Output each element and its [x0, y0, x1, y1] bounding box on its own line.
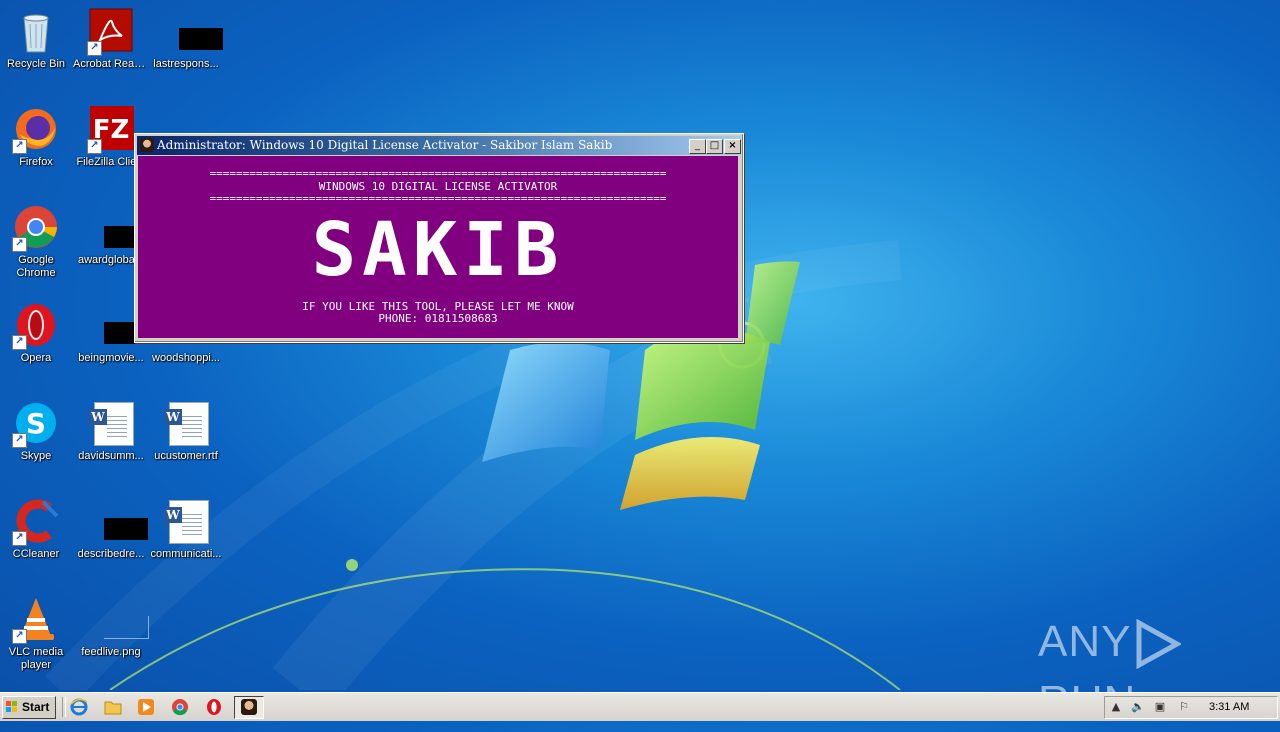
system-tray: ▲ 🔈 ▣ ⚐ 3:31 AM: [1104, 696, 1278, 719]
desktop-icon-recycle-bin[interactable]: Recycle Bin: [0, 8, 74, 71]
media-player-icon[interactable]: [137, 698, 155, 716]
file-thumbnail-icon: [88, 204, 148, 250]
shortcut-arrow-icon: ↗: [12, 237, 27, 252]
desktop-icon-label: beingmovie...: [78, 352, 144, 364]
file-thumbnail-icon: [88, 302, 148, 348]
console-user-icon: [241, 699, 257, 715]
chrome-icon: ↗: [12, 204, 59, 252]
desktop-icon-firefox[interactable]: ↗ Firefox: [0, 106, 74, 169]
desktop-icon-label: VLC media player: [8, 646, 64, 671]
skype-icon: S ↗: [12, 400, 59, 448]
console-user-icon: [140, 138, 154, 152]
firefox-icon: ↗: [12, 106, 59, 154]
opera-icon[interactable]: [205, 698, 223, 716]
chrome-icon[interactable]: [171, 698, 189, 716]
desktop-icon-label: Recycle Bin: [6, 58, 66, 70]
desktop-icon-label: Opera: [20, 352, 52, 364]
shortcut-arrow-icon: ↗: [87, 139, 102, 154]
desktop-icon-davidsumm[interactable]: W davidsumm...: [73, 400, 149, 463]
desktop-icon-communicati[interactable]: W communicati...: [148, 498, 224, 561]
action-center-flag-icon[interactable]: ⚐: [1177, 700, 1191, 714]
desktop-icon-label: Skype: [20, 450, 52, 462]
desktop-icon-label: Google Chrome: [16, 254, 56, 279]
volume-icon[interactable]: 🔈: [1131, 700, 1145, 714]
desktop-icon-feedlive[interactable]: feedlive.png: [73, 596, 149, 659]
clock[interactable]: 3:31 AM: [1209, 697, 1249, 718]
close-button[interactable]: ×: [724, 139, 741, 154]
file-thumbnail-icon: [163, 8, 223, 54]
console-window[interactable]: Administrator: Windows 10 Digital Licens…: [134, 133, 744, 343]
desktop-icon-label: feedlive.png: [81, 646, 141, 658]
desktop-icon-ccleaner[interactable]: ↗ CCleaner: [0, 498, 74, 561]
word-document-icon: W: [88, 400, 134, 446]
recycle-bin-icon: [13, 8, 59, 54]
shortcut-arrow-icon: ↗: [12, 629, 27, 644]
word-document-icon: W: [163, 498, 209, 544]
desktop-icon-describedre[interactable]: describedre...: [73, 498, 149, 561]
play-logo-icon: [1136, 619, 1182, 670]
folder-icon[interactable]: [104, 698, 122, 716]
windows-flag-icon: [6, 701, 18, 713]
console-output[interactable]: ========================================…: [138, 156, 738, 338]
desktop-icon-label: CCleaner: [12, 548, 60, 560]
desktop-icon-vlc[interactable]: ↗ VLC media player: [0, 596, 74, 672]
desktop-icon-label: davidsumm...: [78, 450, 144, 462]
desktop-icon-label: lastrespons...: [153, 58, 219, 70]
desktop-icon-label: Firefox: [19, 156, 53, 168]
desktop-icon-acrobat-reader[interactable]: ↗ Acrobat Reader DC: [73, 8, 149, 71]
watermark-text-left: ANY: [1038, 617, 1132, 666]
opera-icon: ↗: [12, 302, 59, 350]
file-thumbnail-icon: [88, 498, 148, 544]
shortcut-arrow-icon: ↗: [12, 335, 27, 350]
ccleaner-icon: ↗: [12, 498, 59, 546]
desktop-icon-opera[interactable]: ↗ Opera: [0, 302, 74, 365]
desktop-icon-lastrespons[interactable]: lastrespons...: [148, 8, 224, 71]
ascii-banner: SAKIB: [311, 207, 565, 293]
taskbar-button-console[interactable]: [234, 696, 264, 719]
desktop-icon-label: ucustomer.rtf: [154, 450, 218, 462]
svg-text:S: S: [26, 407, 46, 440]
desktop-icon-label: woodshoppi...: [152, 352, 220, 364]
desktop-icon-google-chrome[interactable]: ↗ Google Chrome: [0, 204, 74, 280]
taskbar-separator: [62, 697, 66, 717]
taskbar: Start ▲ 🔈 ▣ ⚐ 3:31 AM: [0, 692, 1280, 721]
shortcut-arrow-icon: ↗: [12, 531, 27, 546]
desktop-icon-skype[interactable]: S ↗ Skype: [0, 400, 74, 463]
console-titlebar[interactable]: Administrator: Windows 10 Digital Licens…: [137, 136, 741, 155]
network-icon[interactable]: ▣: [1153, 700, 1167, 714]
start-button[interactable]: Start: [2, 696, 56, 719]
shortcut-arrow-icon: ↗: [87, 41, 102, 56]
show-hidden-icons-icon[interactable]: ▲: [1109, 700, 1123, 714]
image-file-icon: [88, 596, 149, 642]
minimize-button[interactable]: _: [689, 139, 706, 154]
console-phone: PHONE: 01811508683: [378, 312, 498, 325]
separator-line-top: ========================================…: [209, 167, 667, 180]
window-title: Administrator: Windows 10 Digital Licens…: [157, 138, 613, 152]
acrobat-reader-icon: ↗: [87, 8, 134, 56]
desktop-icon-label: communicati...: [150, 548, 222, 560]
filezilla-icon: FZ ↗: [87, 106, 134, 154]
desktop-icon-ucustomer[interactable]: W ucustomer.rtf: [148, 400, 224, 463]
vlc-icon: ↗: [12, 596, 59, 644]
start-label: Start: [22, 700, 50, 714]
shortcut-arrow-icon: ↗: [12, 139, 27, 154]
desktop-icon-label: Acrobat Reader DC: [73, 58, 149, 70]
maximize-button[interactable]: □: [706, 139, 723, 154]
desktop-icon-label: describedre...: [77, 548, 145, 560]
word-document-icon: W: [163, 400, 209, 446]
internet-explorer-icon[interactable]: [70, 698, 88, 716]
shortcut-arrow-icon: ↗: [12, 433, 27, 448]
separator-line-bottom: ========================================…: [209, 192, 667, 205]
anyrun-watermark: ANYRUN: [1038, 612, 1280, 726]
